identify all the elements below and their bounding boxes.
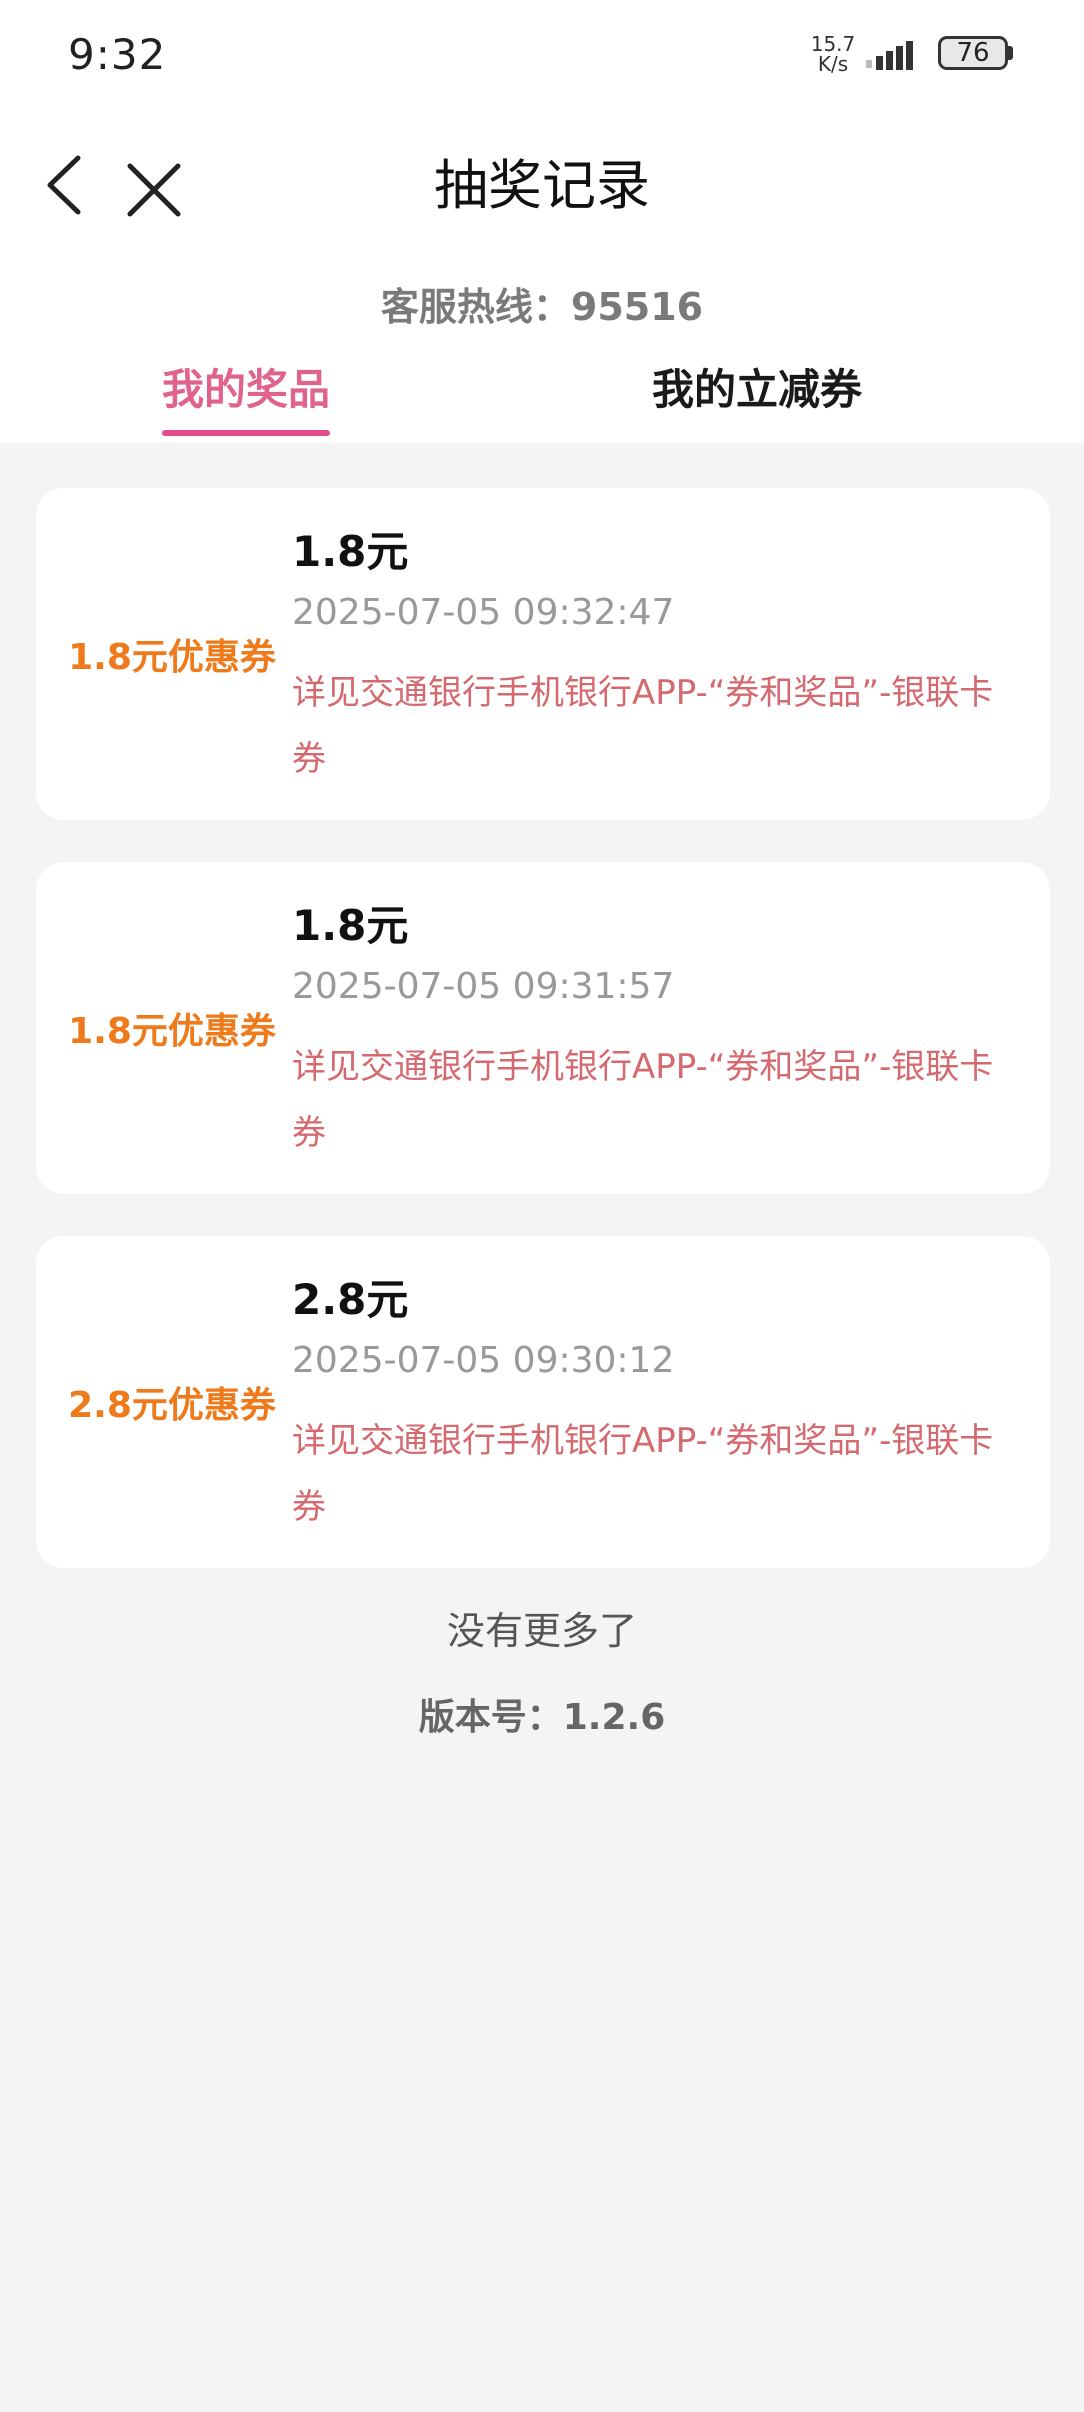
network-speed-value: 15.7 [810,32,856,56]
prize-amount: 1.8元 [292,527,409,576]
tab-my-discount-coupons-label: 我的立减券 [652,365,863,414]
tab-my-prizes[interactable]: 我的奖品 [162,360,331,436]
coupon-badge: 2.8元优惠券 [68,1385,276,1426]
prize-description: 详见交通银行手机银行APP-“券和奖品”-银联卡券 [292,1421,994,1527]
network-speed-unit: K/s [817,52,849,76]
customer-hotline: 客服热线：95516 [380,285,704,329]
prize-description: 详见交通银行手机银行APP-“券和奖品”-银联卡券 [292,1047,994,1153]
prize-description: 详见交通银行手机银行APP-“券和奖品”-银联卡券 [292,673,994,779]
coupon-badge: 1.8元优惠券 [68,637,276,678]
coupon-badge: 1.8元优惠券 [68,1011,276,1052]
version-number: 版本号：1.2.6 [418,1697,666,1738]
network-speed: 15.7 K/s [808,34,858,74]
tab-bar: 我的奖品 我的立减券 [0,360,1084,440]
prize-record-card[interactable]: 1.8元优惠券 1.8元 2025-07-05 09:32:47 详见交通银行手… [36,488,1050,820]
status-time: 9:32 [68,30,167,79]
header-area: 9:32 15.7 K/s 76 抽奖记录 客服热线：95516 我的奖品 我的… [0,0,1084,443]
signal-icon [866,41,913,70]
prize-record-card[interactable]: 2.8元优惠券 2.8元 2025-07-05 09:30:12 详见交通银行手… [36,1236,1050,1568]
battery-level: 76 [956,38,990,68]
prize-amount: 1.8元 [292,901,409,950]
battery-cap [1008,46,1013,60]
prize-amount: 2.8元 [292,1275,409,1324]
prize-record-card[interactable]: 1.8元优惠券 1.8元 2025-07-05 09:31:57 详见交通银行手… [36,862,1050,1194]
status-bar: 9:32 15.7 K/s 76 [0,0,1084,110]
prize-record-list: 1.8元优惠券 1.8元 2025-07-05 09:32:47 详见交通银行手… [36,488,1050,1610]
prize-time: 2025-07-05 09:31:57 [292,966,675,1007]
prize-time: 2025-07-05 09:32:47 [292,592,675,633]
no-more-text: 没有更多了 [446,1609,637,1653]
prize-time: 2025-07-05 09:30:12 [292,1340,675,1381]
page-title: 抽奖记录 [434,154,650,217]
active-tab-indicator [162,430,331,436]
tab-my-discount-coupons[interactable]: 我的立减券 [652,360,862,436]
tab-my-prizes-label: 我的奖品 [162,365,331,414]
battery-icon: 76 [938,36,1008,70]
